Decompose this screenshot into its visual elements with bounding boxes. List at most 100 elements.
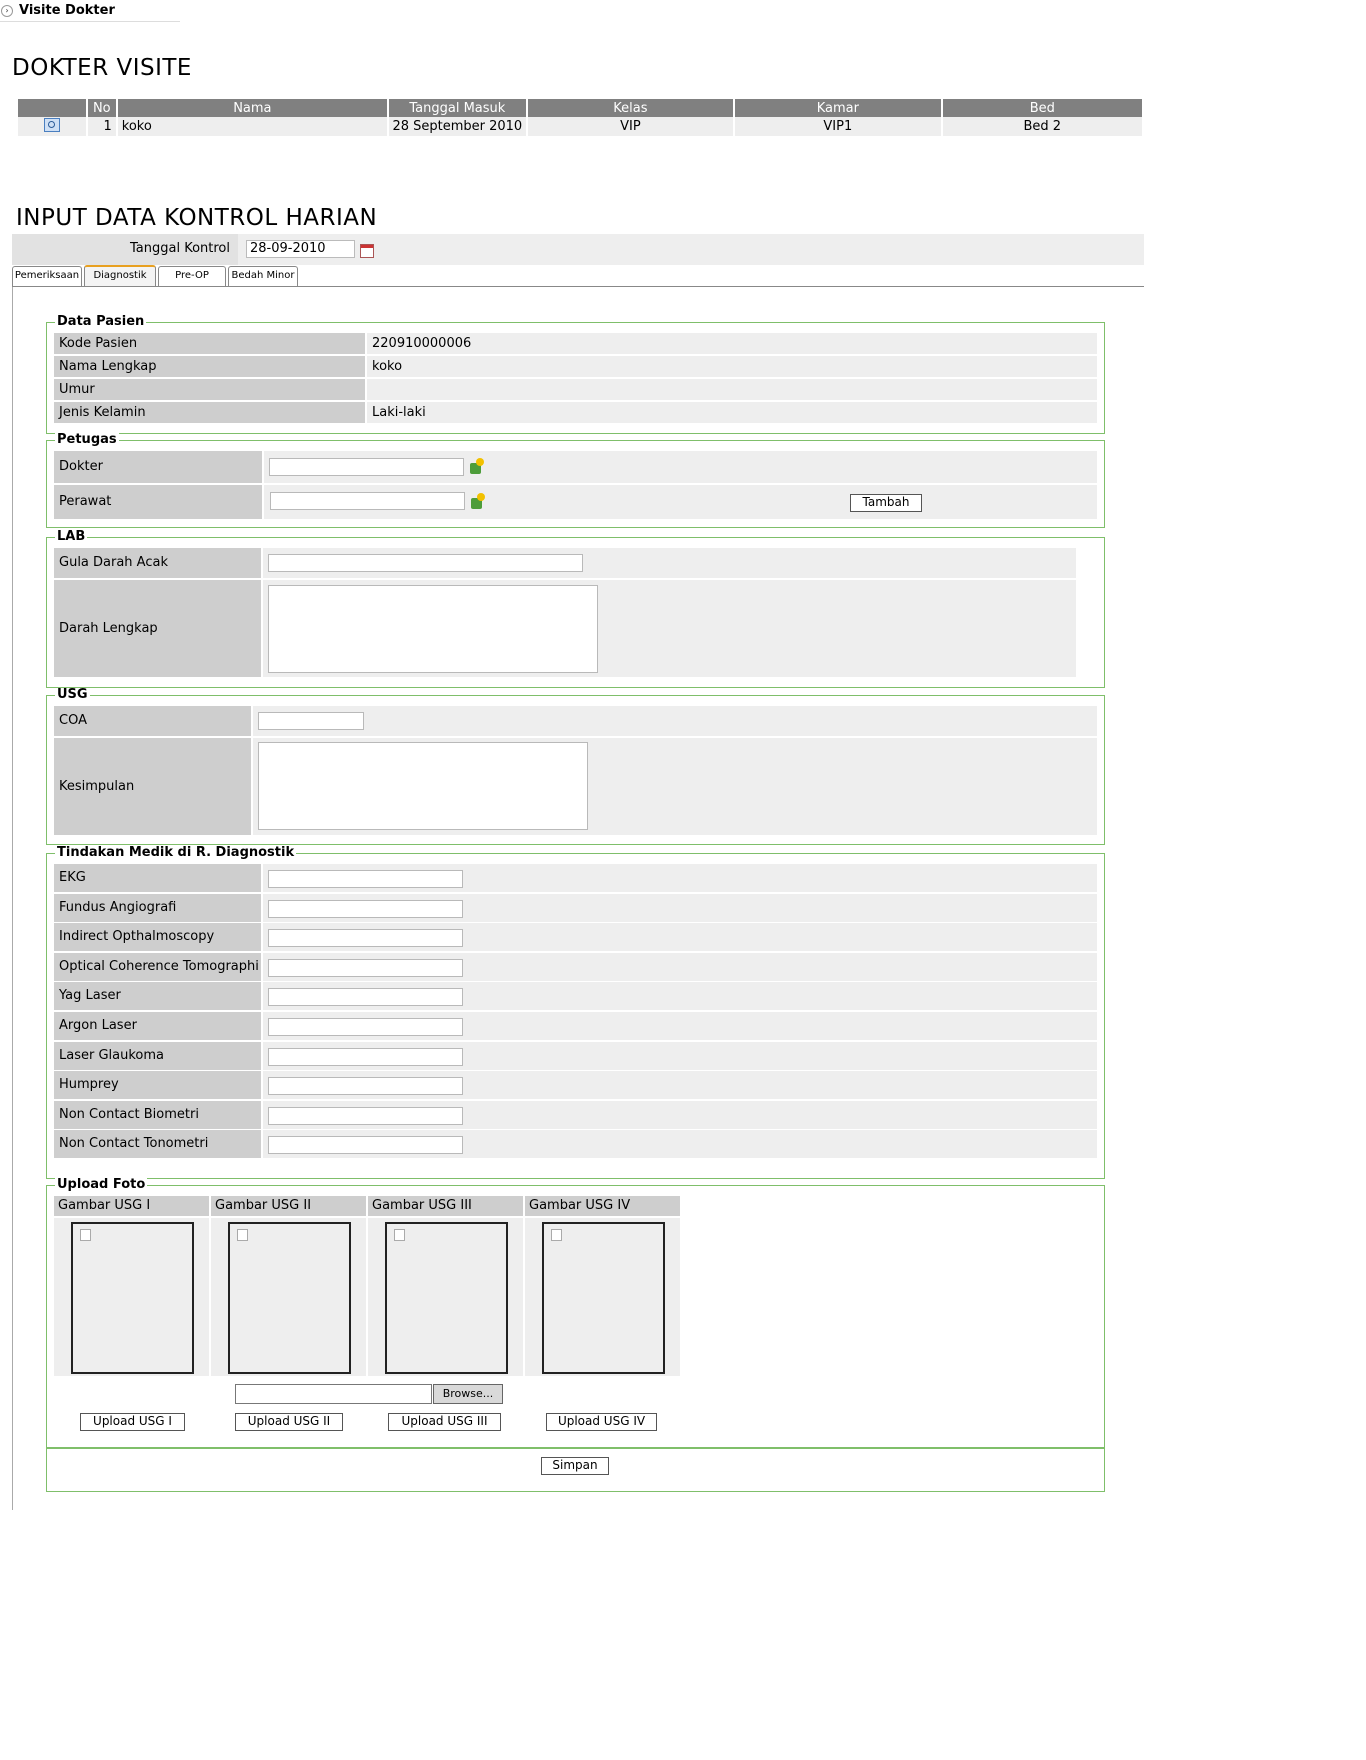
tindakan-input[interactable] (268, 1136, 463, 1154)
row-label: Jenis Kelamin (54, 402, 365, 423)
gambar-usg-3-header: Gambar USG III (368, 1196, 523, 1216)
data-pasien-legend: Data Pasien (55, 314, 147, 329)
coa-value-cell (253, 706, 1097, 736)
column-header-nama: Nama (116, 99, 389, 117)
tindakan-legend: Tindakan Medik di R. Diagnostik (55, 845, 297, 860)
cell-kelas: VIP (526, 117, 736, 136)
tindakan-input[interactable] (268, 959, 463, 977)
tindakan-input[interactable] (268, 1107, 463, 1125)
broken-image-icon (237, 1229, 248, 1241)
upload-usg-2-button[interactable]: Upload USG II (235, 1413, 343, 1431)
gambar-usg-4-header: Gambar USG IV (525, 1196, 680, 1216)
upload-usg-3-button[interactable]: Upload USG III (388, 1413, 501, 1431)
darah-lengkap-textarea[interactable] (268, 585, 598, 673)
tindakan-input[interactable] (268, 929, 463, 947)
row-label: Umur (54, 379, 365, 400)
visit-table: No Nama Tanggal Masuk Kelas Kamar Bed 1 … (18, 99, 1145, 136)
kesimpulan-label: Kesimpulan (54, 738, 251, 835)
page-title: DOKTER VISITE (12, 55, 192, 81)
tab-divider (12, 286, 1144, 287)
cell-bed: Bed 2 (941, 117, 1145, 136)
tindakan-input[interactable] (268, 988, 463, 1006)
tanggal-kontrol-label: Tanggal Kontrol (129, 241, 230, 256)
coa-label: COA (54, 706, 251, 736)
coa-input[interactable] (258, 712, 364, 730)
gula-label: Gula Darah Acak (54, 548, 261, 578)
perawat-label: Perawat (54, 485, 262, 519)
row-value: 220910000006 (367, 333, 1097, 354)
plus-shape (477, 493, 485, 501)
usg-legend: USG (55, 687, 90, 702)
tindakan-label: Argon Laser (54, 1012, 261, 1040)
column-header-kelas: Kelas (526, 99, 736, 117)
tab-pre-op[interactable]: Pre-OP (158, 266, 226, 286)
dokter-input[interactable] (269, 458, 464, 476)
gambar-usg-1-header: Gambar USG I (54, 1196, 209, 1216)
tindakan-input[interactable] (268, 1018, 463, 1036)
tambah-button[interactable]: Tambah (850, 494, 922, 512)
row-value: Laki-laki (367, 402, 1097, 423)
tindakan-label: Non Contact Tonometri (54, 1130, 261, 1158)
gambar-usg-3-image (385, 1222, 508, 1374)
table-row[interactable]: 1 koko 28 September 2010 VIP VIP1 Bed 2 (18, 117, 1145, 136)
section-title: INPUT DATA KONTROL HARIAN (16, 205, 378, 231)
tindakan-label: Humprey (54, 1071, 261, 1099)
broken-image-icon (80, 1229, 91, 1241)
simpan-button[interactable]: Simpan (541, 1457, 609, 1475)
column-header-no: No (86, 99, 118, 117)
gambar-usg-2-header: Gambar USG II (211, 1196, 366, 1216)
cell-no: 1 (86, 117, 118, 136)
arrow-right-icon[interactable]: › (1, 5, 13, 17)
tindakan-label: Fundus Angiografi (54, 894, 261, 922)
tab-pemeriksaan[interactable]: Pemeriksaan (12, 266, 82, 286)
upload-legend: Upload Foto (55, 1177, 148, 1192)
broken-image-icon (394, 1229, 405, 1241)
row-value: koko (367, 356, 1097, 377)
window-title: Visite Dokter (19, 3, 115, 18)
dokter-label: Dokter (54, 451, 262, 483)
row-value (367, 379, 1097, 400)
column-header-tanggal-masuk: Tanggal Masuk (387, 99, 528, 117)
upload-usg-1-button[interactable]: Upload USG I (80, 1413, 185, 1431)
gambar-usg-2-image (228, 1222, 351, 1374)
broken-image-icon (551, 1229, 562, 1241)
tindakan-input[interactable] (268, 1048, 463, 1066)
tanggal-kontrol-bar: Tanggal Kontrol 28-09-2010 (12, 234, 1144, 265)
cell-nama: koko (116, 117, 389, 136)
lab-legend: LAB (55, 529, 88, 544)
tab-bedah-minor[interactable]: Bedah Minor (228, 266, 298, 286)
gambar-usg-4-image (542, 1222, 665, 1374)
row-label: Kode Pasien (54, 333, 365, 354)
gula-darah-input[interactable] (268, 554, 583, 572)
kesimpulan-textarea[interactable] (258, 742, 588, 830)
tindakan-input[interactable] (268, 1077, 463, 1095)
file-path-input[interactable] (235, 1384, 432, 1404)
darah-label: Darah Lengkap (54, 580, 261, 677)
tanggal-kontrol-label-cell: Tanggal Kontrol (12, 234, 238, 265)
upload-usg-4-button[interactable]: Upload USG IV (546, 1413, 657, 1431)
column-header-action (18, 99, 88, 117)
add-person-icon[interactable] (471, 493, 487, 511)
view-cell (18, 117, 88, 136)
tindakan-label: Indirect Opthalmoscopy (54, 923, 261, 951)
magnifier-icon[interactable] (43, 117, 60, 132)
table-header-row: No Nama Tanggal Masuk Kelas Kamar Bed (18, 99, 1145, 117)
tindakan-label: Yag Laser (54, 982, 261, 1010)
tab-diagnostik[interactable]: Diagnostik (84, 265, 156, 286)
tanggal-kontrol-input[interactable]: 28-09-2010 (246, 240, 355, 258)
window-title-bar: › Visite Dokter (0, 0, 180, 22)
content-left-border (12, 287, 13, 1510)
tindakan-label: EKG (54, 864, 261, 892)
add-person-icon[interactable] (470, 458, 486, 476)
tindakan-input[interactable] (268, 870, 463, 888)
perawat-input[interactable] (270, 492, 465, 510)
plus-shape (476, 458, 484, 466)
cell-kamar: VIP1 (734, 117, 943, 136)
tindakan-input[interactable] (268, 900, 463, 918)
tindakan-label: Laser Glaukoma (54, 1042, 261, 1070)
tindakan-label: Optical Coherence Tomographi (54, 953, 261, 981)
browse-button[interactable]: Browse... (433, 1384, 503, 1404)
calendar-icon[interactable] (360, 244, 374, 258)
column-header-kamar: Kamar (734, 99, 943, 117)
row-label: Nama Lengkap (54, 356, 365, 377)
